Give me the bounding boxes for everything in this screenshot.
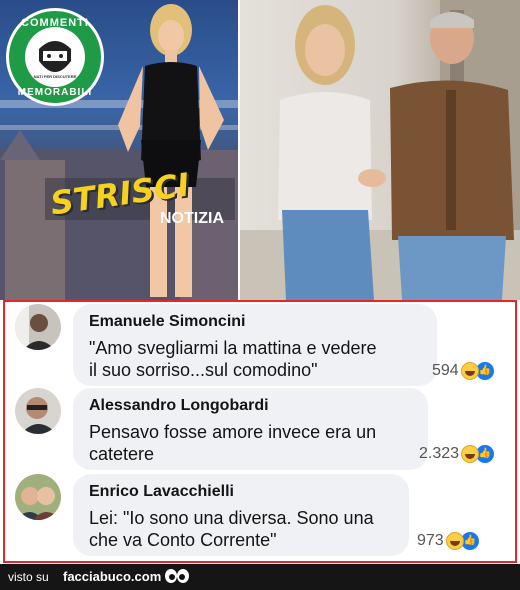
comment-item: Enrico Lavacchielli Lei: "Io sono una di… [13, 474, 511, 558]
reaction-summary[interactable]: 2.323 👍 [419, 445, 495, 463]
avatar[interactable] [15, 304, 61, 350]
photo-collage: STRISCI NOTIZIA COMMENTI NATI PER DISCUT… [0, 0, 520, 300]
comment-text-line: "Amo svegliarmi la mattina e vedere [89, 338, 377, 358]
avatar-image [15, 388, 61, 434]
comment-item: Emanuele Simoncini "Amo svegliarmi la ma… [13, 304, 511, 388]
comment-text-line: Lei: "Io sono una diversa. Sono una [89, 508, 374, 528]
comment-text: "Amo svegliarmi la mattina e vedere il s… [89, 337, 421, 381]
photo-couple-street [240, 0, 520, 300]
haha-icon [460, 362, 479, 380]
avatar[interactable] [15, 474, 61, 520]
eyes-icon [165, 569, 189, 583]
comment-text-line: il suo sorriso...sul comodino" [89, 360, 318, 380]
reaction-count: 2.323 [419, 445, 460, 462]
comment-text: Lei: "Io sono una diversa. Sono una che … [89, 507, 393, 551]
photo-woman-studio: STRISCI NOTIZIA COMMENTI NATI PER DISCUT… [0, 0, 238, 300]
strip-sign-secondary: NOTIZIA [160, 210, 224, 227]
reaction-count: 594 [432, 362, 459, 379]
comment-text: Pensavo fosse amore invece era un catete… [89, 421, 412, 465]
badge-small-text: NATI PER DISCUTERE [33, 74, 77, 79]
footer-site-link[interactable]: facciabuco.com [63, 569, 161, 584]
comment-author[interactable]: Alessandro Longobardi [89, 397, 412, 415]
comment-author[interactable]: Emanuele Simoncini [89, 313, 421, 331]
comment-text-line: che va Conto Corrente" [89, 530, 277, 550]
comment-text-line: Pensavo fosse amore invece era un [89, 422, 377, 442]
badge-bottom-text: MEMORABILI [17, 87, 93, 98]
reaction-count: 973 [417, 532, 444, 549]
comment-bubble: Emanuele Simoncini "Amo svegliarmi la ma… [73, 304, 437, 386]
comment-item: Alessandro Longobardi Pensavo fosse amor… [13, 388, 511, 472]
reaction-summary[interactable]: 594 👍 [432, 362, 494, 380]
comment-bubble: Alessandro Longobardi Pensavo fosse amor… [73, 388, 428, 470]
avatar-image [15, 304, 61, 350]
footer-bar: visto su facciabuco.com [0, 564, 520, 590]
footer-visto-text: visto su [8, 570, 49, 584]
avatar-image [15, 474, 61, 520]
haha-icon [445, 532, 464, 550]
couple-scene-image [240, 0, 520, 300]
avatar[interactable] [15, 388, 61, 434]
haha-icon [461, 445, 480, 463]
comments-panel: Emanuele Simoncini "Amo svegliarmi la ma… [3, 300, 517, 563]
reaction-summary[interactable]: 973 👍 [417, 532, 479, 550]
commenti-memorabili-badge: COMMENTI NATI PER DISCUTERE MEMORABILI [6, 8, 104, 106]
comment-author[interactable]: Enrico Lavacchielli [89, 483, 393, 501]
badge-face-icon: NATI PER DISCUTERE [25, 27, 85, 87]
comment-text-line: catetere [89, 444, 155, 464]
comment-bubble: Enrico Lavacchielli Lei: "Io sono una di… [73, 474, 409, 556]
